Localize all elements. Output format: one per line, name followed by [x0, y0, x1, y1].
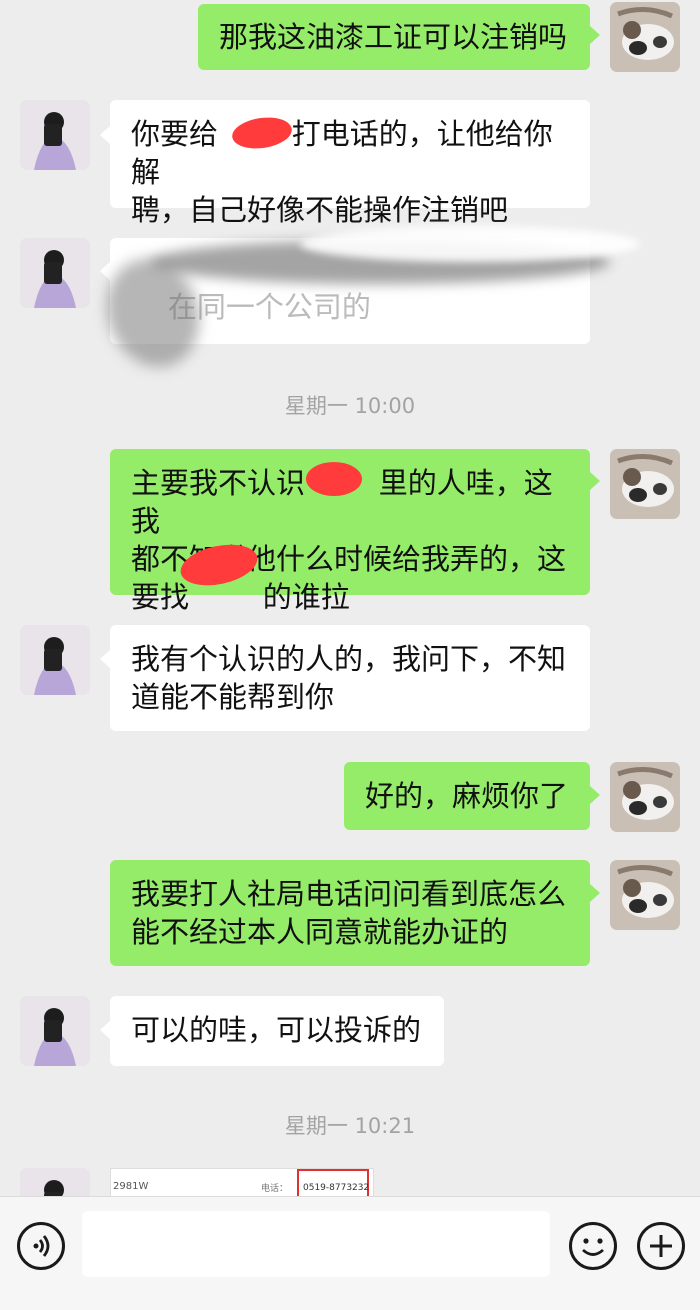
- emoji-icon[interactable]: [569, 1222, 617, 1270]
- message-bubble[interactable]: 那我这油漆工证可以注销吗: [198, 4, 590, 70]
- message-input[interactable]: [82, 1211, 550, 1277]
- message-bubble[interactable]: 可以的哇，可以投诉的: [110, 996, 444, 1066]
- image-text-label: 电话：: [261, 1184, 289, 1194]
- avatar-self[interactable]: [610, 762, 680, 832]
- chat-area[interactable]: 那我这油漆工证可以注销吗 你要给 打电话的，让他给你解 聘，自己好像不能操作注销…: [0, 0, 700, 1196]
- avatar-self[interactable]: [610, 860, 680, 930]
- message-bubble[interactable]: 好的，麻烦你了: [344, 762, 590, 830]
- image-message[interactable]: 2981W 电话： 0519-8773232: [110, 1168, 374, 1196]
- voice-icon[interactable]: [17, 1222, 65, 1270]
- avatar-contact[interactable]: [20, 996, 90, 1066]
- timestamp: 星期一 10:00: [284, 394, 416, 418]
- message-bubble[interactable]: 我有个认识的人的，我问下，不知 道能不能帮到你: [110, 625, 590, 731]
- avatar-self[interactable]: [610, 449, 680, 519]
- message-bubble[interactable]: 你要给 打电话的，让他给你解 聘，自己好像不能操作注销吧: [110, 100, 590, 227]
- redaction-mark: [300, 226, 640, 262]
- input-bar: [0, 1196, 700, 1310]
- avatar-contact[interactable]: [20, 100, 90, 170]
- avatar-self[interactable]: [610, 2, 680, 72]
- image-text-left: 2981W: [113, 1181, 149, 1192]
- avatar-contact[interactable]: [20, 625, 90, 695]
- redaction-mark: [306, 462, 362, 496]
- image-highlight-box: 0519-8773232: [297, 1169, 369, 1196]
- timestamp: 星期一 10:21: [284, 1114, 416, 1138]
- plus-icon[interactable]: [637, 1222, 685, 1270]
- avatar-contact[interactable]: [20, 238, 90, 308]
- image-phone-text: 0519-8773232: [303, 1183, 370, 1193]
- avatar-contact[interactable]: [20, 1168, 90, 1196]
- message-bubble[interactable]: 我要打人社局电话问问看到底怎么 能不经过本人同意就能办证的: [110, 860, 590, 966]
